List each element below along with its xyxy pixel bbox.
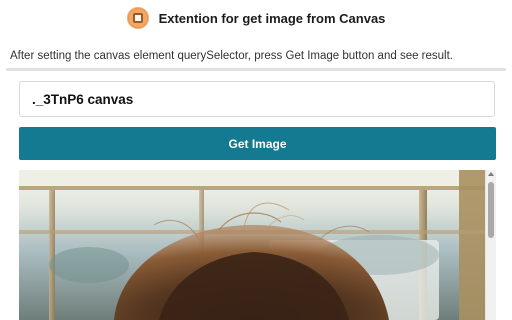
page-title: Extention for get image from Canvas xyxy=(158,10,386,26)
scroll-thumb[interactable] xyxy=(488,182,494,238)
result-image xyxy=(19,170,485,320)
header: Extention for get image from Canvas xyxy=(0,0,512,36)
scroll-up-icon[interactable] xyxy=(488,172,494,176)
divider xyxy=(6,68,506,71)
result-panel[interactable] xyxy=(19,170,496,320)
get-image-button[interactable]: Get Image xyxy=(19,127,496,160)
canvas-logo-icon xyxy=(126,7,149,29)
selector-input[interactable] xyxy=(19,81,495,117)
result-scrollbar[interactable] xyxy=(485,170,496,320)
instructions-text: After setting the canvas element querySe… xyxy=(10,50,453,62)
